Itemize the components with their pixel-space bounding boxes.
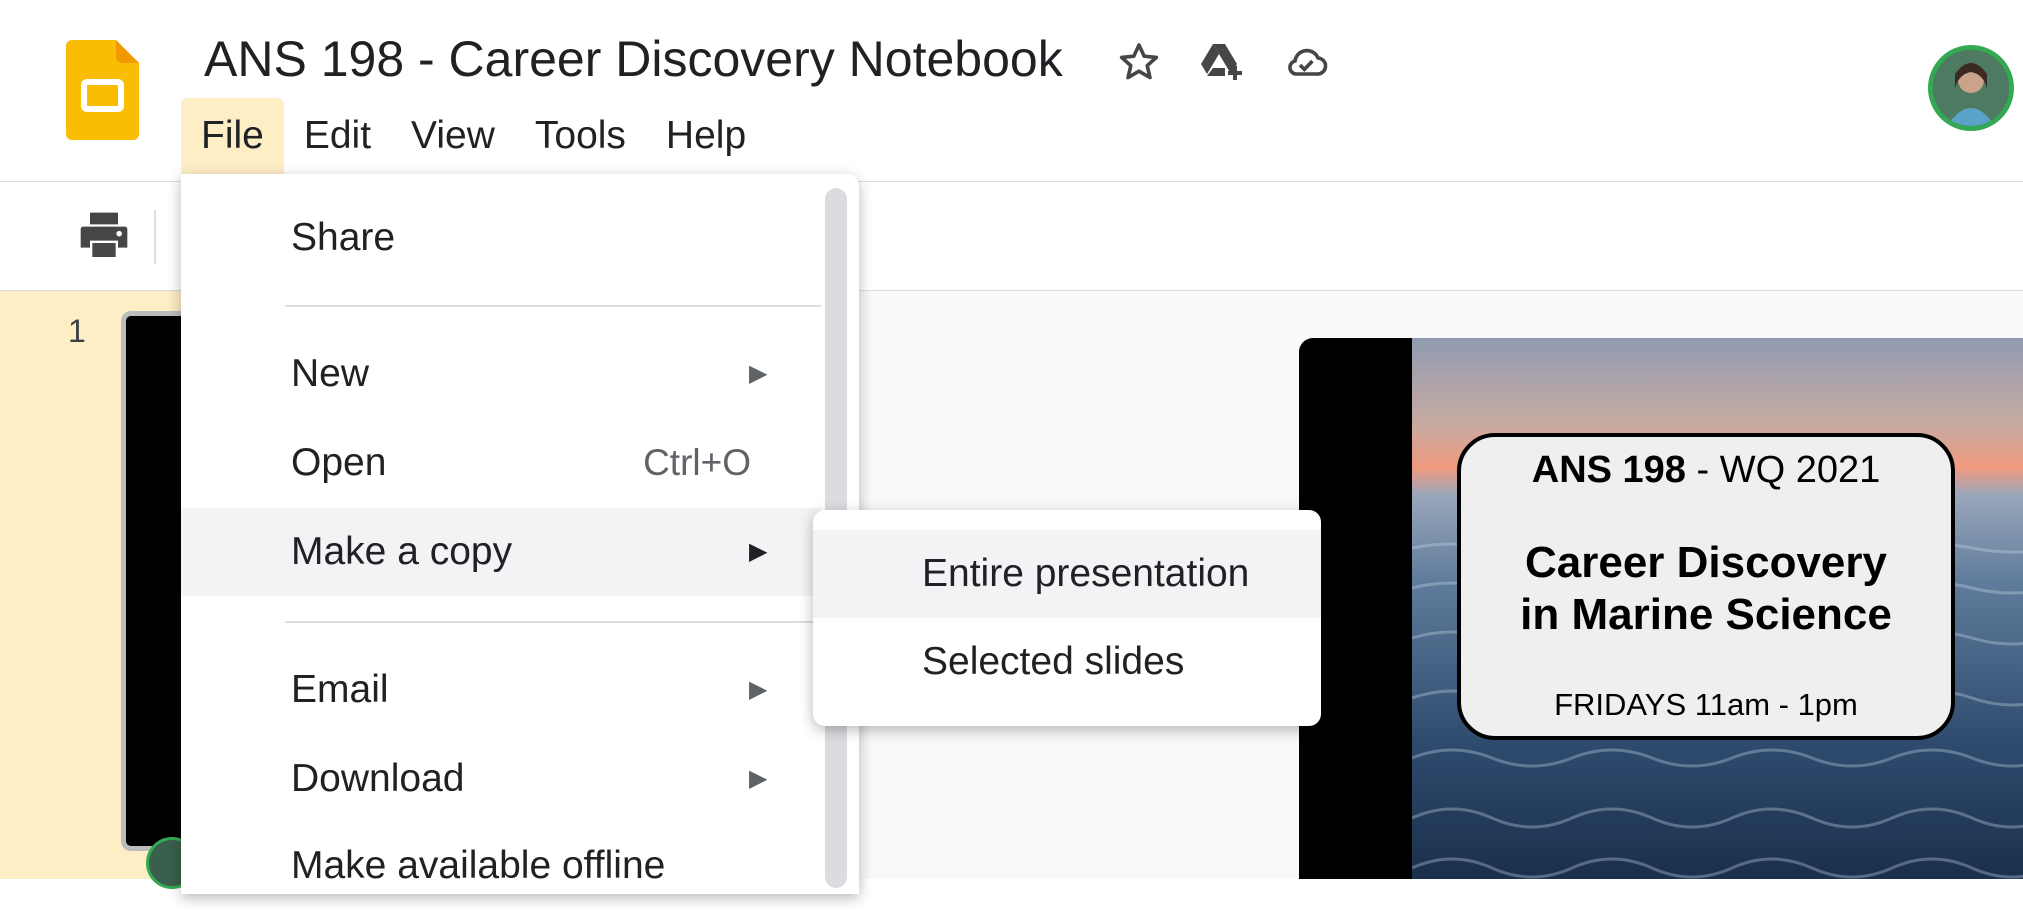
menu-divider (285, 305, 821, 307)
move-to-drive-icon[interactable] (1197, 38, 1245, 86)
file-menu-open[interactable]: Open Ctrl+O (181, 419, 821, 507)
menu-divider (285, 621, 821, 623)
slide-filmstrip: 1 (0, 291, 198, 889)
slides-logo-icon[interactable] (66, 40, 139, 140)
slide-term: - WQ 2021 (1685, 449, 1881, 491)
menu-view[interactable]: View (391, 98, 515, 174)
print-icon[interactable] (76, 208, 132, 264)
menu-bar: File Edit View Tools Help (181, 98, 766, 174)
file-menu-dropdown: Share New ▶ Open Ctrl+O Make a copy ▶ Em… (181, 174, 859, 894)
file-menu-share[interactable]: Share (181, 194, 821, 282)
file-menu-download[interactable]: Download ▶ (181, 735, 821, 823)
submenu-selected-slides[interactable]: Selected slides (813, 618, 1321, 706)
menu-help[interactable]: Help (646, 98, 766, 174)
toolbar-separator (154, 210, 156, 264)
slide-course: ANS 198 (1531, 449, 1686, 491)
avatar-photo-icon (1933, 50, 2009, 126)
document-title[interactable]: ANS 198 - Career Discovery Notebook (204, 30, 1063, 88)
slide-title-line1: Career Discovery (1524, 538, 1887, 587)
menu-tools[interactable]: Tools (515, 98, 646, 174)
menu-file[interactable]: File (181, 98, 284, 174)
slide-schedule: FRIDAYS 11am - 1pm (1554, 687, 1858, 722)
file-menu-make-available-offline[interactable]: Make available offline (181, 822, 821, 910)
slide-title-line2: in Marine Science (1520, 590, 1892, 639)
slide-number: 1 (68, 313, 86, 349)
slide-course-line: ANS 198 - WQ 2021 (1461, 449, 1951, 492)
slide-title-card[interactable]: ANS 198 - WQ 2021 Career Discovery in Ma… (1457, 433, 1955, 740)
star-icon[interactable] (1115, 38, 1163, 86)
submenu-arrow-icon: ▶ (749, 538, 768, 565)
cloud-saved-icon[interactable] (1282, 38, 1330, 86)
submenu-entire-presentation[interactable]: Entire presentation (813, 530, 1321, 618)
submenu-arrow-icon: ▶ (749, 360, 768, 387)
submenu-arrow-icon: ▶ (749, 765, 768, 792)
top-bar: ANS 198 - Career Discovery Notebook File… (0, 0, 2023, 182)
submenu-arrow-icon: ▶ (749, 676, 768, 703)
account-avatar[interactable] (1928, 45, 2014, 131)
file-menu-make-a-copy[interactable]: Make a copy ▶ (181, 508, 821, 596)
file-menu-new[interactable]: New ▶ (181, 330, 821, 418)
slide-title: Career Discovery in Marine Science (1461, 537, 1951, 641)
make-a-copy-submenu: Entire presentation Selected slides (813, 510, 1321, 726)
open-shortcut: Ctrl+O (643, 442, 751, 483)
menu-edit[interactable]: Edit (284, 98, 391, 174)
file-menu-email[interactable]: Email ▶ (181, 646, 821, 734)
slide-preview[interactable]: ANS 198 - WQ 2021 Career Discovery in Ma… (1299, 338, 2023, 879)
